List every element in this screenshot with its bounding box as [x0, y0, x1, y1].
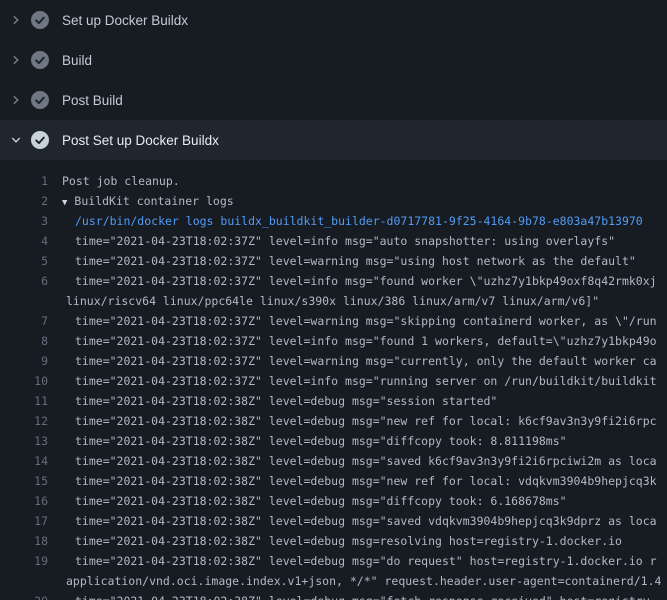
log-text: time="2021-04-23T18:02:37Z" level=warnin… [75, 251, 636, 271]
success-check-icon [31, 11, 49, 29]
log-line-number[interactable]: 7 [0, 311, 48, 331]
log-line-number[interactable]: 11 [0, 391, 48, 411]
log-text: application/vnd.oci.image.index.v1+json,… [66, 571, 661, 591]
log-line: 20 time="2021-04-23T18:02:38Z" level=debu… [0, 591, 667, 600]
log-text: time="2021-04-23T18:02:38Z" level=debug … [75, 551, 657, 571]
log-line-number [0, 571, 48, 591]
chevron-right-icon [10, 14, 22, 26]
chevron-right-icon [10, 94, 22, 106]
log-line: 13 time="2021-04-23T18:02:38Z" level=debu… [0, 431, 667, 451]
log-line: 1 Post job cleanup. [0, 171, 667, 191]
log-text: time="2021-04-23T18:02:38Z" level=debug … [75, 411, 657, 431]
log-line-number[interactable]: 8 [0, 331, 48, 351]
log-line: 4 time="2021-04-23T18:02:37Z" level=info … [0, 231, 667, 251]
log-group-label[interactable]: BuildKit container logs [74, 194, 233, 208]
log-command-text: /usr/bin/docker logs buildx_buildkit_bui… [75, 211, 643, 231]
log-text: time="2021-04-23T18:02:37Z" level=info m… [75, 231, 615, 251]
log-line: 12 time="2021-04-23T18:02:38Z" level=debu… [0, 411, 667, 431]
step-label: Post Set up Docker Buildx [62, 133, 219, 148]
log-line: 6 time="2021-04-23T18:02:37Z" level=info … [0, 271, 667, 291]
log-line-number[interactable]: 10 [0, 371, 48, 391]
log-text: time="2021-04-23T18:02:38Z" level=debug … [75, 591, 657, 600]
log-text: time="2021-04-23T18:02:37Z" level=warnin… [75, 351, 657, 371]
log-line-number[interactable]: 5 [0, 251, 48, 271]
log-text: linux/riscv64 linux/ppc64le linux/s390x … [66, 291, 599, 311]
log-line-number[interactable]: 12 [0, 411, 48, 431]
group-collapse-triangle-icon[interactable]: ▼ [62, 198, 67, 208]
log-line: 3/usr/bin/docker logs buildx_buildkit_bu… [0, 211, 667, 231]
log-line-number [0, 291, 48, 311]
chevron-down-icon [10, 134, 22, 146]
log-text: time="2021-04-23T18:02:38Z" level=debug … [75, 511, 657, 531]
log-line-number[interactable]: 14 [0, 451, 48, 471]
log-line: 2 ▼ BuildKit container logs [0, 191, 667, 211]
step-header-post-set-up-docker-buildx[interactable]: Post Set up Docker Buildx [0, 120, 667, 160]
log-text: time="2021-04-23T18:02:38Z" level=debug … [75, 531, 622, 551]
success-check-icon [31, 51, 49, 69]
step-header-set-up-docker-buildx[interactable]: Set up Docker Buildx [0, 0, 667, 40]
log-line: 16 time="2021-04-23T18:02:38Z" level=debu… [0, 491, 667, 511]
log-line: 7 time="2021-04-23T18:02:37Z" level=warni… [0, 311, 667, 331]
log-text: time="2021-04-23T18:02:38Z" level=debug … [75, 491, 567, 511]
success-check-icon [31, 131, 49, 149]
log-line: 14 time="2021-04-23T18:02:38Z" level=debu… [0, 451, 667, 471]
log-text: time="2021-04-23T18:02:38Z" level=debug … [75, 471, 657, 491]
log-line: 17 time="2021-04-23T18:02:38Z" level=debu… [0, 511, 667, 531]
log-text: time="2021-04-23T18:02:37Z" level=info m… [75, 331, 657, 351]
log-line-number[interactable]: 19 [0, 551, 48, 571]
log-line-number[interactable]: 18 [0, 531, 48, 551]
chevron-right-icon [10, 54, 22, 66]
log-line: 5 time="2021-04-23T18:02:37Z" level=warni… [0, 251, 667, 271]
log-line: linux/riscv64 linux/ppc64le linux/s390x … [0, 291, 667, 311]
log-text: time="2021-04-23T18:02:37Z" level=info m… [75, 271, 657, 291]
step-label: Build [62, 53, 92, 68]
log-text: time="2021-04-23T18:02:38Z" level=debug … [75, 451, 657, 471]
step-header-build[interactable]: Build [0, 40, 667, 80]
log-line: 15 time="2021-04-23T18:02:38Z" level=debu… [0, 471, 667, 491]
log-line-number[interactable]: 1 [0, 171, 48, 191]
log-text: time="2021-04-23T18:02:37Z" level=warnin… [75, 311, 657, 331]
log-line-number[interactable]: 16 [0, 491, 48, 511]
log-line-number[interactable]: 15 [0, 471, 48, 491]
step-list: Set up Docker Buildx Build Post Build Po… [0, 0, 667, 160]
success-check-icon [31, 91, 49, 109]
step-header-post-build[interactable]: Post Build [0, 80, 667, 120]
log-line-number[interactable]: 17 [0, 511, 48, 531]
step-label: Post Build [62, 93, 123, 108]
log-line: 18 time="2021-04-23T18:02:38Z" level=debu… [0, 531, 667, 551]
log-line: application/vnd.oci.image.index.v1+json,… [0, 571, 667, 591]
log-line-number[interactable]: 20 [0, 591, 48, 600]
log-line-number[interactable]: 9 [0, 351, 48, 371]
step-label: Set up Docker Buildx [62, 13, 188, 28]
log-line-number[interactable]: 2 [0, 191, 48, 211]
log-line: 10 time="2021-04-23T18:02:37Z" level=info… [0, 371, 667, 391]
log-lines: 1 Post job cleanup. 2 ▼ BuildKit container l… [0, 160, 667, 600]
log-line-number[interactable]: 6 [0, 271, 48, 291]
log-line-number[interactable]: 3 [0, 211, 48, 231]
log-line-number[interactable]: 13 [0, 431, 48, 451]
log-text: time="2021-04-23T18:02:38Z" level=debug … [75, 391, 497, 411]
log-text: time="2021-04-23T18:02:37Z" level=info m… [75, 371, 657, 391]
log-text: Post job cleanup. [62, 171, 180, 191]
log-line: 8 time="2021-04-23T18:02:37Z" level=info … [0, 331, 667, 351]
log-line-number[interactable]: 4 [0, 231, 48, 251]
log-line: 9 time="2021-04-23T18:02:37Z" level=warni… [0, 351, 667, 371]
log-text: time="2021-04-23T18:02:38Z" level=debug … [75, 431, 567, 451]
log-line: 11 time="2021-04-23T18:02:38Z" level=debu… [0, 391, 667, 411]
log-group-header[interactable]: ▼ BuildKit container logs [62, 191, 234, 211]
log-line: 19 time="2021-04-23T18:02:38Z" level=debu… [0, 551, 667, 571]
